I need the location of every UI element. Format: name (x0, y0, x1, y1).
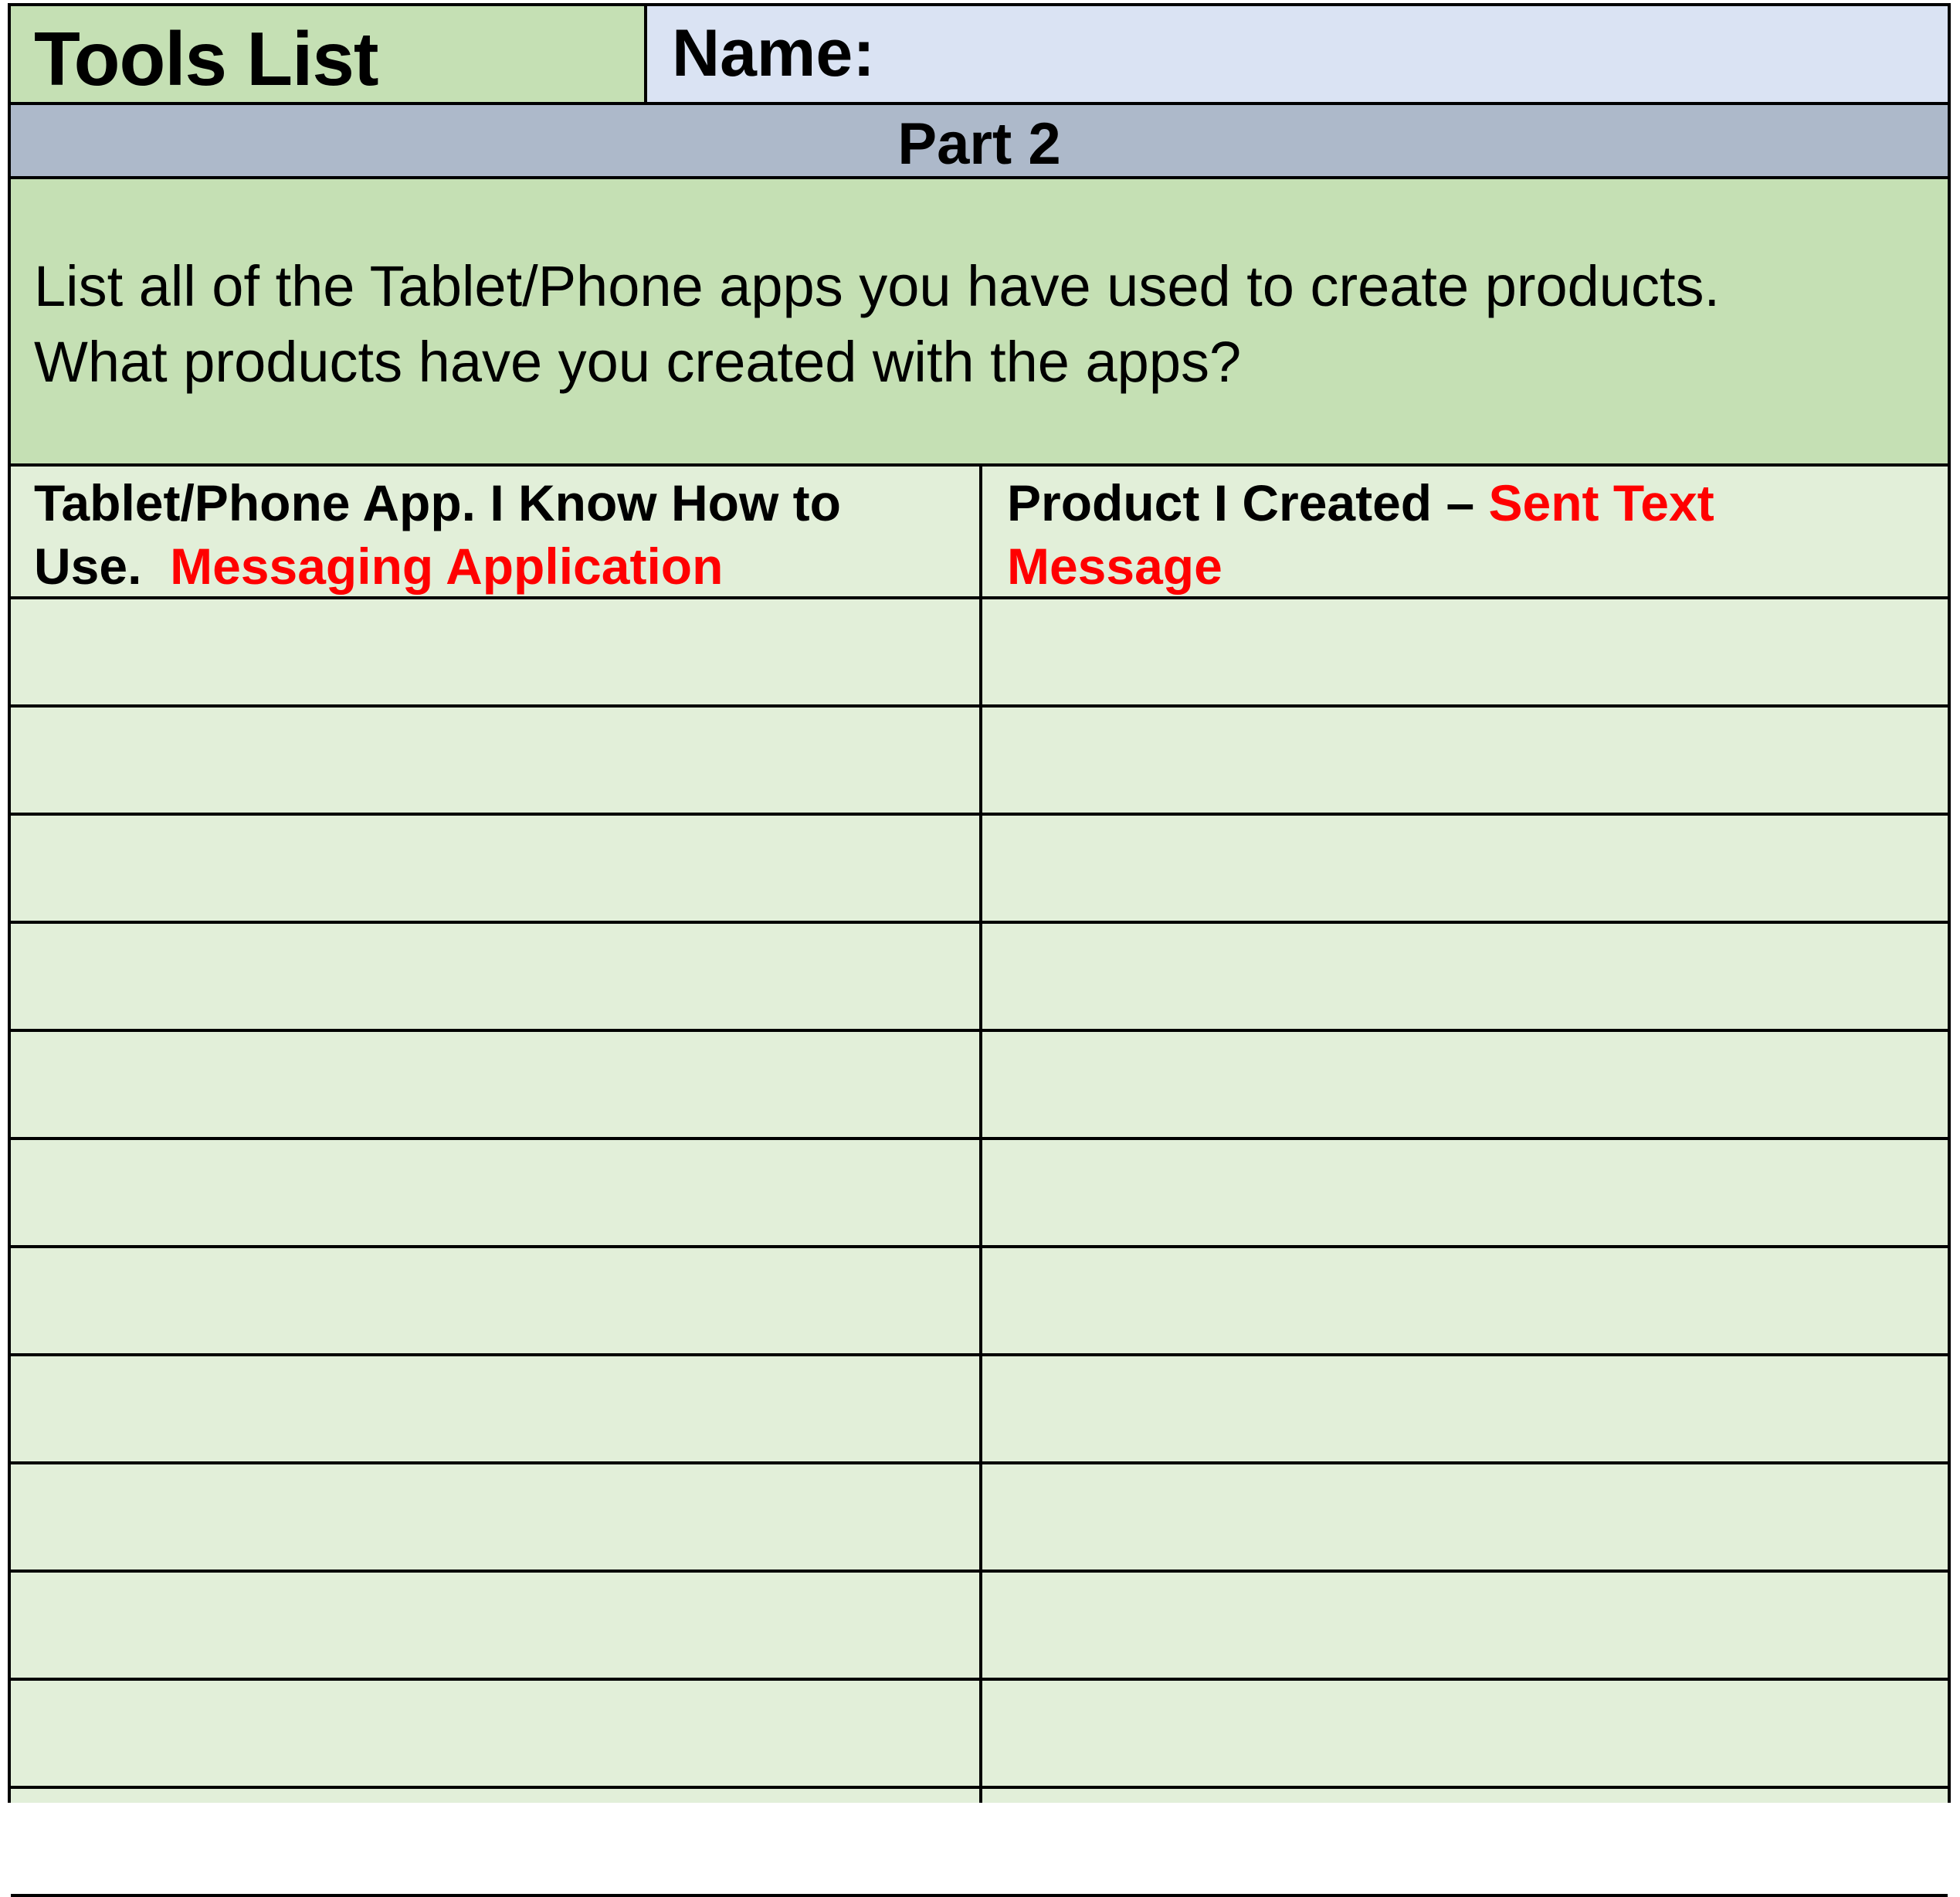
column-header-app-line2: Use. (34, 538, 142, 595)
column-divider (979, 467, 982, 1803)
column-header-product-example-2: Message (1007, 538, 1222, 595)
app-entry-cell[interactable] (11, 1573, 979, 1678)
column-header-app-example: Messaging Application (170, 538, 724, 595)
column-header-product-label: Product I Created – (1007, 474, 1475, 531)
column-header-product: Product I Created – Sent Text Message (1007, 467, 1934, 596)
title-row: Tools List Name: (11, 6, 1948, 105)
app-entry-cell[interactable] (11, 1140, 979, 1245)
app-entry-cell[interactable] (11, 1356, 979, 1461)
product-entry-cell[interactable] (982, 1681, 1948, 1786)
tools-table: Tablet/Phone App. I Know How to Use. Mes… (11, 463, 1948, 1897)
app-entry-cell[interactable] (11, 1464, 979, 1570)
app-entry-cell[interactable] (11, 1248, 979, 1353)
product-entry-cell[interactable] (982, 1140, 1948, 1245)
name-field[interactable]: Name: (647, 6, 1948, 102)
instructions-line-1: List all of the Tablet/Phone apps you ha… (34, 254, 1721, 318)
product-entry-cell[interactable] (982, 1573, 1948, 1678)
app-entry-cell[interactable] (11, 599, 979, 704)
column-header-app: Tablet/Phone App. I Know How to Use. Mes… (34, 467, 961, 596)
instructions-line-2: What products have you created with the … (34, 330, 1242, 394)
column-header-app-line1: Tablet/Phone App. I Know How to (34, 474, 841, 531)
page-title: Tools List (34, 15, 378, 101)
product-entry-cell[interactable] (982, 1464, 1948, 1570)
app-entry-cell[interactable] (11, 816, 979, 921)
app-entry-cell[interactable] (11, 1032, 979, 1137)
worksheet: Tools List Name: Part 2 List all of the … (8, 3, 1951, 1897)
column-header-product-example-1: Sent Text (1488, 474, 1714, 531)
product-entry-cell[interactable] (982, 1789, 1948, 1894)
product-entry-cell[interactable] (982, 1032, 1948, 1137)
product-entry-cell[interactable] (982, 1356, 1948, 1461)
part-banner: Part 2 (11, 105, 1948, 179)
product-entry-cell[interactable] (982, 1248, 1948, 1353)
name-label: Name: (672, 16, 875, 90)
app-entry-cell[interactable] (11, 1789, 979, 1894)
part-label: Part 2 (897, 110, 1061, 177)
app-entry-cell[interactable] (11, 924, 979, 1029)
product-entry-cell[interactable] (982, 924, 1948, 1029)
title-cell: Tools List (11, 6, 647, 102)
app-entry-cell[interactable] (11, 708, 979, 813)
product-entry-cell[interactable] (982, 816, 1948, 921)
product-entry-cell[interactable] (982, 599, 1948, 704)
table-row (11, 1789, 1948, 1897)
product-entry-cell[interactable] (982, 708, 1948, 813)
instructions-box: List all of the Tablet/Phone apps you ha… (11, 179, 1948, 467)
app-entry-cell[interactable] (11, 1681, 979, 1786)
